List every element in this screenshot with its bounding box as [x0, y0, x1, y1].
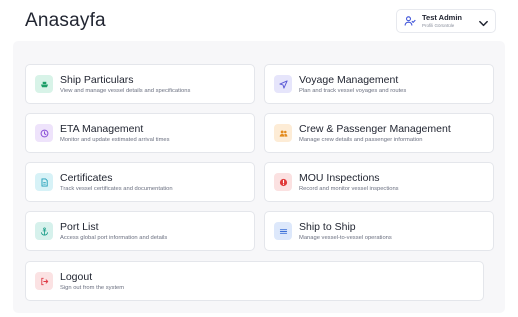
user-menu-button[interactable]: Test Admin Profili Görüntüle: [396, 9, 496, 33]
menu-card-description: Manage crew details and passenger inform…: [299, 136, 423, 143]
menu-card-description: View and manage vessel details and speci…: [60, 87, 191, 94]
users-icon: [274, 124, 292, 142]
menu-card-mou-inspections[interactable]: MOU Inspections Record and monitor vesse…: [264, 162, 494, 202]
menu-card-description: Plan and track vessel voyages and routes: [299, 87, 407, 94]
menu-card-description: Sign out from the system: [60, 284, 125, 291]
user-check-icon: [403, 14, 417, 28]
menu-card-title: Certificates: [60, 172, 113, 185]
clock-icon: [35, 124, 53, 142]
menu-card-title: Logout: [60, 271, 93, 284]
menu-card-description: Record and monitor vessel inspections: [299, 185, 399, 192]
menu-card-certificates[interactable]: Certificates Track vessel certificates a…: [25, 162, 255, 202]
document-icon: [35, 173, 53, 191]
menu-card-description: Track vessel certificates and documentat…: [60, 185, 173, 192]
list-icon: [274, 222, 292, 240]
menu-card-title: Port List: [60, 221, 99, 234]
menu-card-title: MOU Inspections: [299, 172, 380, 185]
alert-icon: [274, 173, 292, 191]
menu-card-title: Crew & Passenger Management: [299, 123, 451, 136]
menu-card-voyage-management[interactable]: Voyage Management Plan and track vessel …: [264, 64, 494, 104]
menu-card-title: ETA Management: [60, 123, 144, 136]
logout-icon: [35, 272, 53, 290]
menu-card-description: Monitor and update estimated arrival tim…: [60, 136, 170, 143]
menu-card-ship-particulars[interactable]: Ship Particulars View and manage vessel …: [25, 64, 255, 104]
menu-card-title: Ship to Ship: [299, 221, 356, 234]
chevron-down-icon[interactable]: [478, 16, 489, 27]
user-profile-link[interactable]: Profili Görüntüle: [422, 23, 462, 29]
menu-card-description: Manage vessel-to-vessel operations: [299, 234, 392, 241]
menu-card-logout[interactable]: Logout Sign out from the system: [25, 261, 484, 301]
menu-card-ship-to-ship[interactable]: Ship to Ship Manage vessel-to-vessel ope…: [264, 211, 494, 251]
page-title: Anasayfa: [25, 10, 106, 31]
menu-card-eta-management[interactable]: ETA Management Monitor and update estima…: [25, 113, 255, 153]
user-name: Test Admin: [422, 13, 463, 22]
menu-card-crew-passenger-management[interactable]: Crew & Passenger Management Manage crew …: [264, 113, 494, 153]
anchor-icon: [35, 222, 53, 240]
menu-card-description: Access global port information and detai…: [60, 234, 168, 241]
menu-card-port-list[interactable]: Port List Access global port information…: [25, 211, 255, 251]
menu-card-title: Ship Particulars: [60, 74, 134, 87]
navigation-icon: [274, 75, 292, 93]
menu-card-title: Voyage Management: [299, 74, 399, 87]
ship-icon: [35, 75, 53, 93]
